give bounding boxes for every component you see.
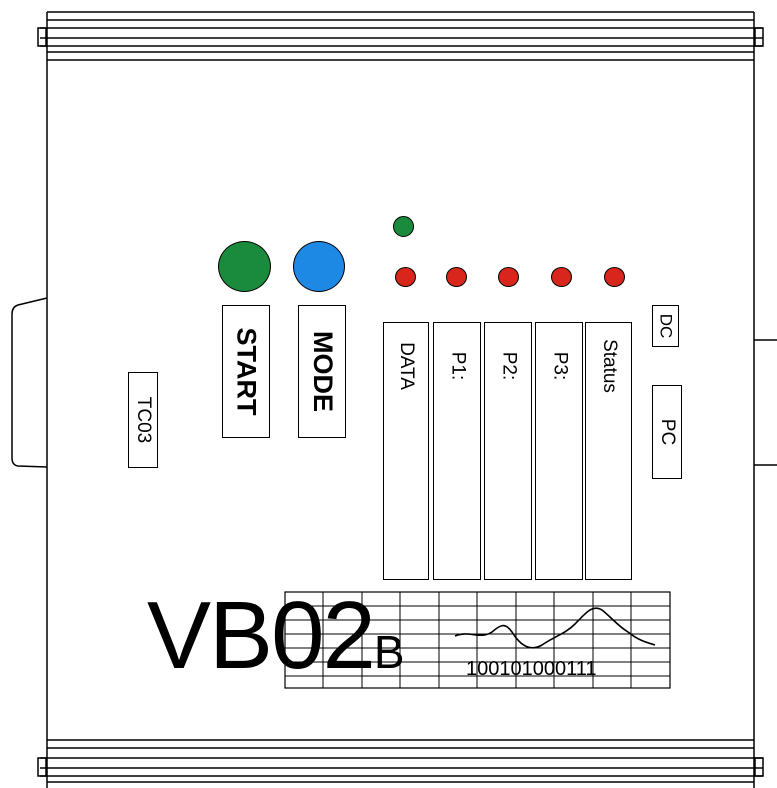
start-button[interactable] xyxy=(218,241,271,292)
slot-label: P1: xyxy=(447,351,468,381)
channel-led xyxy=(604,267,625,287)
slot-p1: P1: xyxy=(433,322,481,580)
slot-label: P2: xyxy=(498,351,519,381)
slot-p3: P3: xyxy=(535,322,583,580)
slot-status: Status xyxy=(585,322,632,580)
model-name: VB02B xyxy=(147,588,405,700)
channel-led xyxy=(395,267,416,287)
model-main: VB02 xyxy=(147,582,376,689)
slot-label: Status xyxy=(598,339,620,393)
side-label: TC03 xyxy=(133,396,154,444)
bottom-rail xyxy=(37,739,764,788)
top-rail xyxy=(37,11,764,61)
mode-label-box: MODE xyxy=(298,305,346,438)
channel-led xyxy=(498,267,519,287)
right-connector xyxy=(754,339,777,466)
pc-port: PC xyxy=(652,385,682,479)
model-suffix: B xyxy=(373,626,405,678)
slot-label: DATA xyxy=(396,342,418,390)
slot-label: P3: xyxy=(549,351,570,381)
channel-led xyxy=(551,267,572,287)
side-label-box: TC03 xyxy=(128,372,158,468)
start-label-box: START xyxy=(222,305,270,438)
device-drawing: TC03 START MODE DATA P1: P2: P3: Status … xyxy=(0,0,777,788)
mode-button[interactable] xyxy=(293,241,345,292)
slot-data: DATA xyxy=(383,322,429,580)
dc-label: DC xyxy=(656,313,676,339)
dc-port: DC xyxy=(652,305,679,347)
left-connector xyxy=(11,297,48,468)
start-label: START xyxy=(231,327,262,416)
slot-p2: P2: xyxy=(484,322,532,580)
binary-readout: 100101000111 xyxy=(466,658,597,680)
signal-waveform xyxy=(454,607,656,649)
channel-led xyxy=(446,267,467,287)
status-led xyxy=(393,216,414,237)
pc-label: PC xyxy=(657,418,678,446)
mode-label: MODE xyxy=(307,331,338,412)
